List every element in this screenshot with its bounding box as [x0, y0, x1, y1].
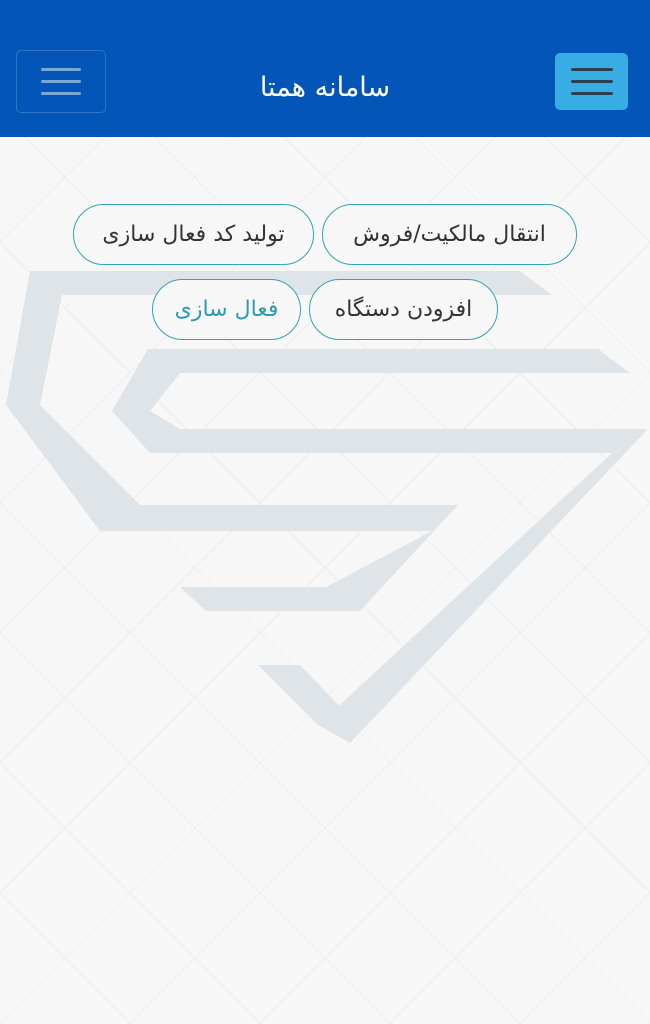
right-menu-button[interactable] [555, 53, 628, 110]
app-header: سامانه همتا [0, 0, 650, 137]
activation-button[interactable]: فعال سازی [152, 279, 301, 340]
add-device-button[interactable]: افزودن دستگاه [309, 279, 498, 340]
transfer-ownership-button[interactable]: انتقال مالکیت/فروش [322, 204, 577, 265]
left-menu-button[interactable] [16, 50, 106, 113]
generate-activation-code-button[interactable]: تولید کد فعال سازی [73, 204, 314, 265]
page-title: سامانه همتا [259, 72, 391, 103]
hamburger-menu-icon [41, 68, 81, 71]
logo-watermark [6, 271, 648, 743]
hamburger-menu-icon [570, 68, 613, 71]
